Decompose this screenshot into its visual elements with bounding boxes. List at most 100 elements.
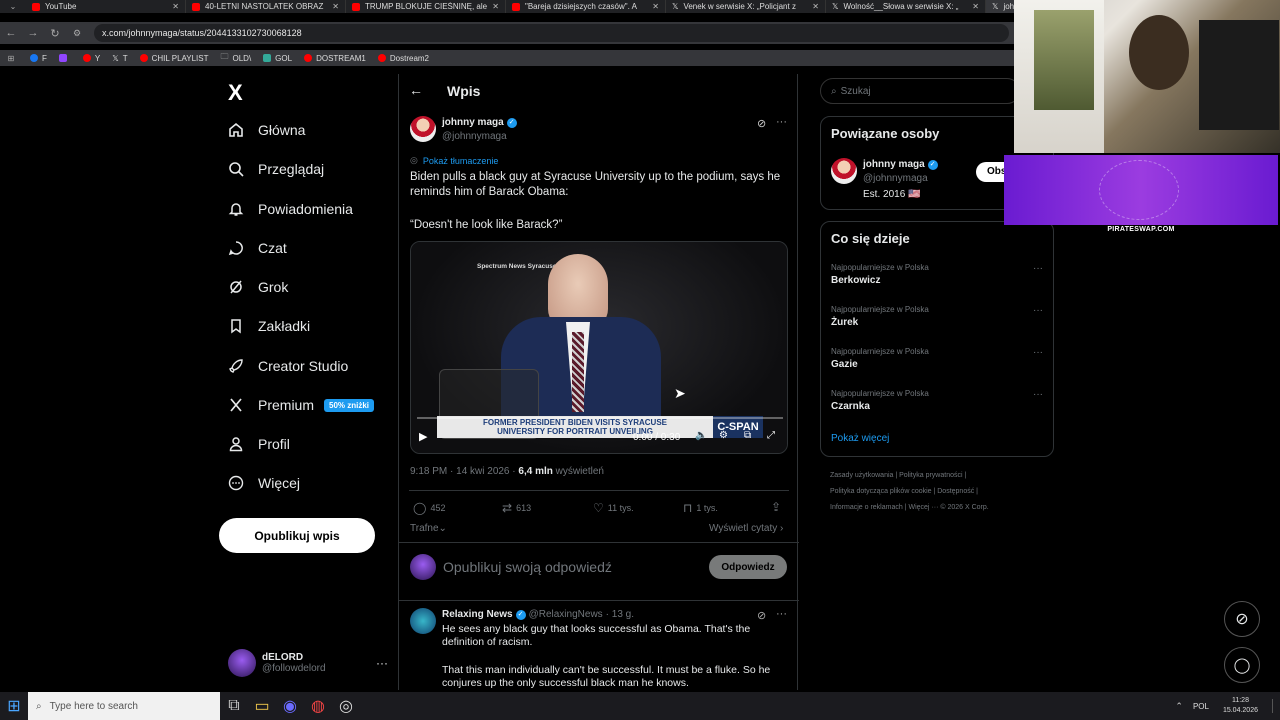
more-icon[interactable]: ··· <box>1033 389 1043 400</box>
play-icon[interactable]: ▶ <box>419 430 427 443</box>
sidebar-item-explore[interactable]: Przeglądaj <box>228 161 324 177</box>
sidebar-item-more[interactable]: Więcej <box>228 475 300 491</box>
share-icon[interactable]: ⇪ <box>771 500 781 514</box>
back-icon[interactable]: ← <box>0 27 22 39</box>
tab-video-3[interactable]: "Bareja dzisiejszych czasów". A ✕ <box>506 0 666 13</box>
discord-icon[interactable]: ◉ <box>276 692 304 720</box>
video-progress-bar[interactable] <box>417 417 783 419</box>
obs-icon[interactable]: ◎ <box>332 692 360 720</box>
forward-icon[interactable]: → <box>22 27 44 39</box>
x-logo-icon[interactable]: X <box>228 80 243 106</box>
bookmark-youtube[interactable]: Y <box>82 54 100 63</box>
author-avatar[interactable] <box>410 116 436 142</box>
sort-dropdown[interactable]: Trafne⌄ <box>410 523 447 534</box>
reply-stat[interactable]: ◯ 452 <box>413 501 445 515</box>
sidebar-item-profile[interactable]: Profil <box>228 436 290 452</box>
sidebar-item-chat[interactable]: Czat <box>228 240 287 256</box>
video-player[interactable]: Spectrum News Syracuse FORMER PRESIDENT … <box>410 241 788 454</box>
messages-fab[interactable]: ◯ <box>1224 647 1260 683</box>
close-icon[interactable]: ✕ <box>492 2 499 11</box>
close-icon[interactable]: ✕ <box>332 2 339 11</box>
sidebar-item-bookmarks[interactable]: Zakładki <box>228 318 310 334</box>
sidebar-item-grok[interactable]: Grok <box>228 279 288 295</box>
taskbar-search[interactable]: ⌕ Type here to search <box>28 692 220 720</box>
url-field[interactable]: x.com/johnnymaga/status/2044133102730068… <box>94 24 1009 42</box>
close-icon[interactable]: ✕ <box>812 2 819 11</box>
tab-video-1[interactable]: 40-LETNI NASTOLATEK OBRAZ ✕ <box>186 0 346 13</box>
show-desktop-button[interactable] <box>1272 699 1280 713</box>
trend-item[interactable]: Najpopularniejsze w Polska Berkowicz ··· <box>831 263 1043 286</box>
tab-x-wolnosc[interactable]: 𝕏 Wolność__Słowa w serwisie X: „ ✕ <box>826 0 986 13</box>
close-icon[interactable]: ✕ <box>172 2 179 11</box>
tab-video-2[interactable]: TRUMP BLOKUJE CIEŚNINĘ, ale ✕ <box>346 0 506 13</box>
windows-start-icon[interactable]: ⊞ <box>0 692 28 720</box>
view-quotes-link[interactable]: Wyświetl cytaty › <box>709 523 783 534</box>
bookmark-facebook[interactable]: F <box>30 54 47 63</box>
tab-x-venek[interactable]: 𝕏 Venek w serwisie X: „Policjant z ✕ <box>666 0 826 13</box>
clock[interactable]: 11:28 15.04.2026 <box>1223 696 1258 716</box>
author-name[interactable]: johnny maga <box>442 117 504 128</box>
fullscreen-icon[interactable]: ⤢ <box>767 430 775 441</box>
show-more-link[interactable]: Pokaż więcej <box>831 433 889 444</box>
close-icon[interactable]: ✕ <box>652 2 659 11</box>
trend-item[interactable]: Najpopularniejsze w Polska Czarnka ··· <box>831 389 1043 412</box>
like-stat[interactable]: ♡ 11 tys. <box>593 501 634 515</box>
trend-item[interactable]: Najpopularniejsze w Polska Gazie ··· <box>831 347 1043 370</box>
bookmark-twitch[interactable] <box>58 54 71 62</box>
reload-icon[interactable]: ↻ <box>44 27 66 40</box>
reply-author-handle[interactable]: @RelaxingNews <box>529 609 603 620</box>
sidebar-item-premium[interactable]: Premium 50% zniżki <box>228 397 375 413</box>
publish-post-button[interactable]: Opublikuj wpis <box>219 518 375 553</box>
input-language[interactable]: POL <box>1193 702 1209 711</box>
site-info-icon[interactable]: ⚙ <box>66 28 88 39</box>
volume-icon[interactable]: 🔈 <box>695 430 707 441</box>
settings-icon[interactable]: ⚙ <box>719 430 728 441</box>
tab-list-chevron-icon[interactable]: ⌄ <box>0 2 26 11</box>
view-quotes-label: Wyświetl cytaty <box>709 523 778 534</box>
footer-line[interactable]: Informacje o reklamach | Więcej ··· © 20… <box>830 500 1050 516</box>
trend-item[interactable]: Najpopularniejsze w Polska Żurek ··· <box>831 305 1043 328</box>
verified-badge-icon: ✓ <box>506 117 517 128</box>
grok-icon[interactable]: ⊘ <box>757 117 766 130</box>
sidebar-item-home[interactable]: Główna <box>228 122 305 138</box>
grok-icon[interactable]: ⊘ <box>757 609 766 622</box>
avatar[interactable] <box>831 158 857 184</box>
file-explorer-icon[interactable]: ▭ <box>248 692 276 720</box>
bookmark-stat[interactable]: ⊓ 1 tys. <box>683 501 718 515</box>
bookmark-dostream1[interactable]: DOSTREAM1 <box>304 54 366 63</box>
tab-youtube[interactable]: YouTube ✕ <box>26 0 186 13</box>
task-view-icon[interactable]: ⧉ <box>220 692 248 720</box>
bookmark-chil-playlist[interactable]: CHIL PLAYLIST <box>139 54 209 63</box>
back-arrow-icon[interactable]: ← <box>409 82 423 98</box>
more-icon[interactable]: ··· <box>776 608 787 620</box>
more-icon[interactable]: ··· <box>776 116 787 128</box>
bookmark-x[interactable]: 𝕏T <box>112 54 127 63</box>
account-switcher[interactable]: dELORD @followdelord ··· <box>228 648 388 678</box>
footer-line[interactable]: Polityka dotycząca plików cookie | Dostę… <box>830 484 1050 500</box>
apps-grid-icon[interactable]: ⊞ <box>0 54 22 63</box>
more-icon[interactable]: ··· <box>1033 263 1043 274</box>
bookmark-old[interactable]: 🗀 OLD\ <box>221 51 252 65</box>
reply-author-avatar[interactable] <box>410 608 436 634</box>
reply-button[interactable]: Odpowiedz <box>709 555 787 579</box>
more-icon[interactable]: ··· <box>1033 305 1043 316</box>
close-icon[interactable]: ✕ <box>972 2 979 11</box>
related-name[interactable]: johnny maga <box>863 159 925 170</box>
show-translation-link[interactable]: ◎ Pokaż tłumaczenie <box>410 155 498 166</box>
tray-chevron-icon[interactable]: ⌃ <box>1175 701 1183 712</box>
reply-author-name[interactable]: Relaxing News <box>442 609 513 620</box>
reply-input[interactable]: Opublikuj swoją odpowiedź <box>443 559 612 575</box>
pip-icon[interactable]: ⧉ <box>744 430 751 441</box>
more-icon[interactable]: ··· <box>376 656 388 670</box>
search-input[interactable]: ⌕ Szukaj <box>820 78 1020 104</box>
repost-stat[interactable]: ⇄ 613 <box>502 501 531 515</box>
author-handle[interactable]: @johnnymaga <box>442 131 507 142</box>
sidebar-item-notifications[interactable]: Powiadomienia <box>228 201 353 217</box>
chrome-icon[interactable]: ◍ <box>304 692 332 720</box>
footer-line[interactable]: Zasady użytkowania | Polityka prywatnośc… <box>830 468 1050 484</box>
grok-fab[interactable]: ⊘ <box>1224 601 1260 637</box>
sidebar-item-creator-studio[interactable]: Creator Studio <box>228 358 348 374</box>
more-icon[interactable]: ··· <box>1033 347 1043 358</box>
bookmark-gol[interactable]: GOL <box>263 54 292 63</box>
bookmark-dostream2[interactable]: Dostream2 <box>377 54 429 63</box>
